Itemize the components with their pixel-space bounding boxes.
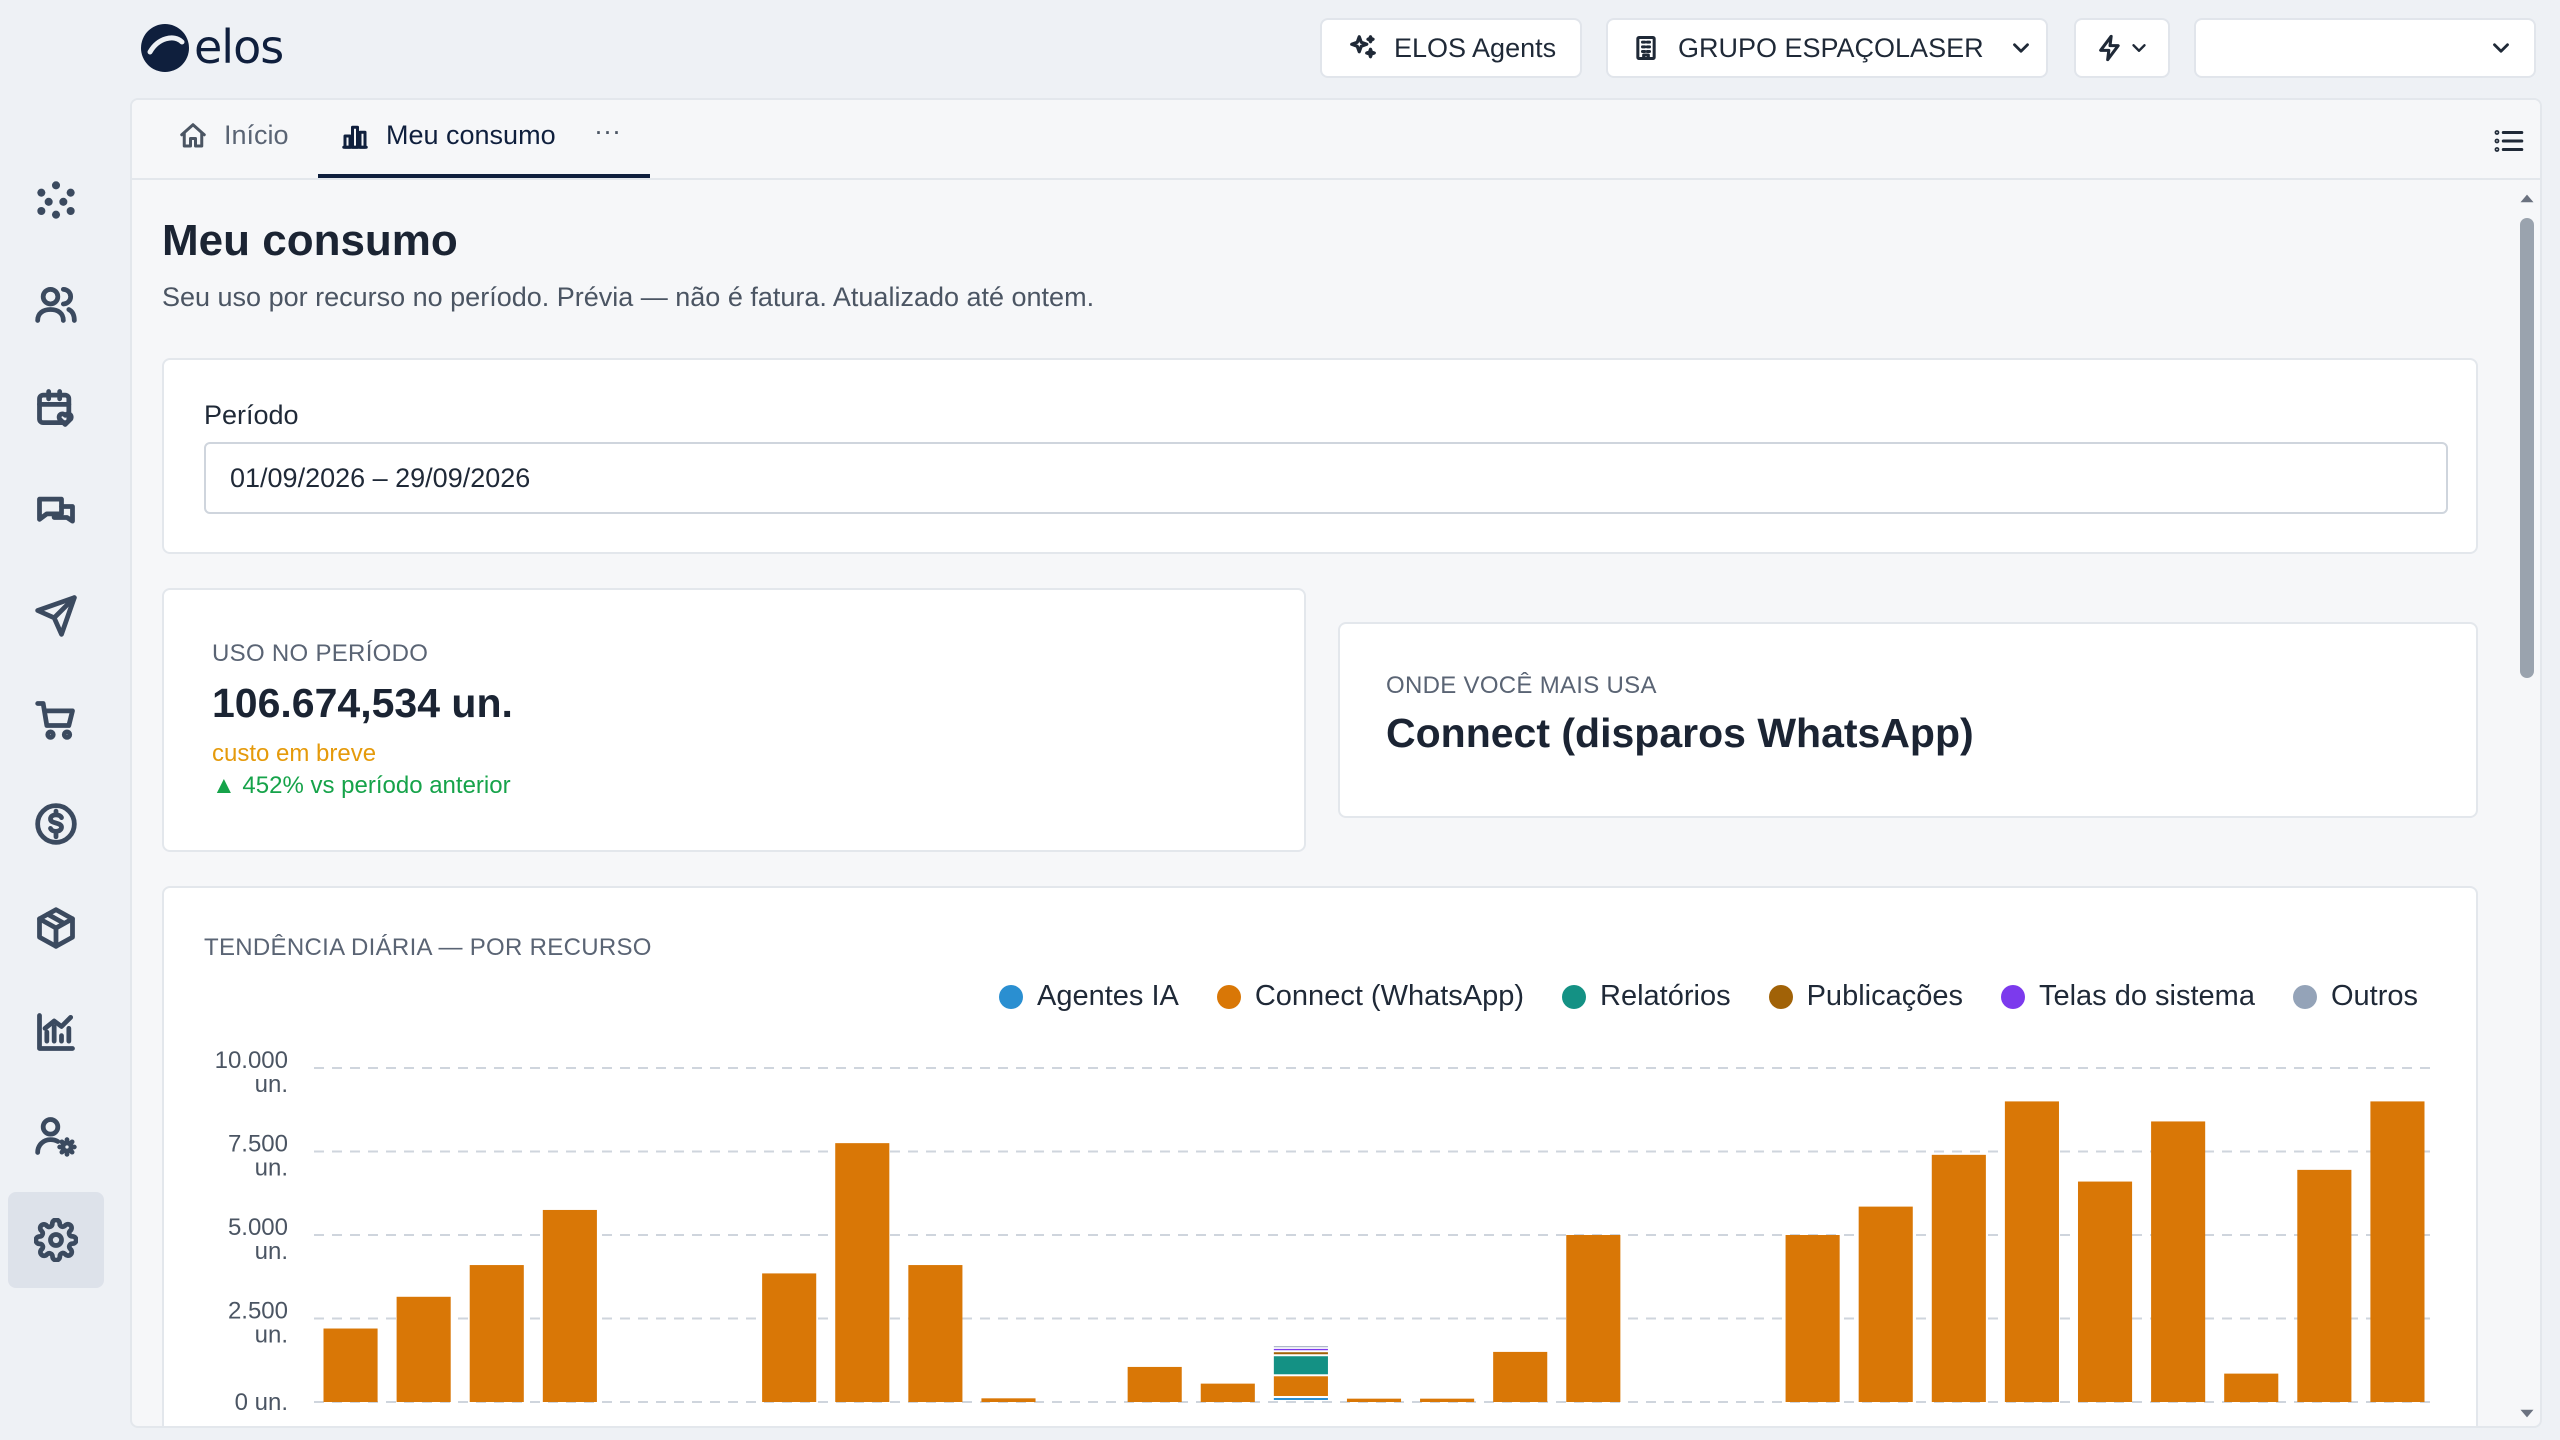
- bar-segment[interactable]: [1273, 1348, 1328, 1351]
- trend-chart: 0 un. 2.500 un. 5.000 un. 7.500 un. 10.000 un.: [215, 1047, 2434, 1416]
- sparkles-icon: [1350, 35, 1376, 59]
- bar[interactable]: [1785, 1235, 1840, 1402]
- y-tick-label: 10.000 un.: [215, 1047, 288, 1098]
- bar[interactable]: [323, 1328, 378, 1402]
- tab-meu-consumo-label: Meu consumo: [386, 120, 556, 150]
- cost-note: custo em breve: [212, 740, 377, 767]
- settings-icon[interactable]: [8, 1192, 104, 1288]
- bar-segment[interactable]: [1273, 1356, 1328, 1375]
- building-icon: [1636, 35, 1656, 61]
- y-tick-label: 0 un.: [235, 1389, 288, 1416]
- bar[interactable]: [1566, 1235, 1621, 1402]
- tab-more-icon: ···: [594, 116, 621, 146]
- bar[interactable]: [1493, 1351, 1548, 1402]
- bar[interactable]: [396, 1296, 451, 1402]
- top-resource-value: Connect (disparos WhatsApp): [1386, 710, 1974, 756]
- chevron-down-icon: [2012, 43, 2029, 53]
- cart-icon[interactable]: [8, 672, 104, 768]
- bar[interactable]: [2004, 1101, 2059, 1402]
- quick-actions-button[interactable]: [2074, 18, 2170, 78]
- chat-icon[interactable]: [8, 464, 104, 560]
- page-title: Meu consumo: [162, 216, 458, 265]
- calendar-heart-icon[interactable]: [8, 360, 104, 456]
- usage-value: 106.674,534 un.: [212, 680, 513, 726]
- usage-trend: ▲ 452% vs período anterior: [212, 772, 511, 799]
- bar[interactable]: [2370, 1101, 2425, 1402]
- period-card: Período 01/09/2026 – 29/09/2026: [162, 358, 2478, 554]
- bar[interactable]: [542, 1209, 597, 1402]
- tab-inicio[interactable]: Início: [178, 120, 289, 151]
- box-icon[interactable]: [8, 880, 104, 976]
- dashboard-dots-icon[interactable]: [8, 152, 104, 248]
- bar[interactable]: [1420, 1398, 1475, 1402]
- y-tick-label: 5.000 un.: [228, 1214, 288, 1265]
- scroll-down-icon[interactable]: [2514, 1400, 2540, 1426]
- bar-segment[interactable]: [1273, 1352, 1328, 1355]
- usage-label: USO NO PERÍODO: [212, 640, 429, 667]
- top-resource-card: ONDE VOCÊ MAIS USA Connect (disparos Wha…: [1338, 622, 2478, 818]
- chevron-down-icon: [2132, 44, 2146, 52]
- elos-logo-mark-icon: [141, 24, 189, 72]
- elos-agents-label: ELOS Agents: [1394, 32, 1557, 63]
- list-menu-icon[interactable]: [2492, 124, 2526, 158]
- bar[interactable]: [2224, 1373, 2279, 1402]
- home-icon: [180, 122, 206, 147]
- period-label: Período: [204, 400, 299, 430]
- top-resource-label: ONDE VOCÊ MAIS USA: [1386, 672, 1657, 699]
- y-tick-label: 7.500 un.: [228, 1131, 288, 1182]
- elos-agents-button[interactable]: ELOS Agents: [1320, 18, 1582, 78]
- org-name: GRUPO ESPAÇOLASER: [1678, 32, 1984, 63]
- tab-more-button[interactable]: ···: [594, 116, 621, 147]
- tab-inicio-label: Início: [224, 120, 289, 150]
- bar-segment[interactable]: [1273, 1346, 1328, 1348]
- user-menu[interactable]: [2194, 18, 2536, 78]
- users-icon[interactable]: [8, 256, 104, 352]
- bar[interactable]: [1127, 1366, 1182, 1402]
- bar[interactable]: [1931, 1154, 1986, 1402]
- main-panel: Início Meu consumo ··· Meu consumo Seu u…: [130, 98, 2542, 1428]
- bar[interactable]: [1858, 1206, 1913, 1402]
- bar[interactable]: [981, 1398, 1036, 1402]
- bar[interactable]: [1200, 1383, 1255, 1402]
- trend-chart-card: TENDÊNCIA DIÁRIA — POR RECURSO Agentes I…: [162, 886, 2478, 1426]
- sidebar: [0, 0, 112, 1440]
- bar[interactable]: [908, 1265, 963, 1402]
- send-icon[interactable]: [8, 568, 104, 664]
- bar-chart-icon: [342, 125, 368, 149]
- bar[interactable]: [2077, 1181, 2133, 1402]
- bar[interactable]: [2297, 1169, 2352, 1402]
- bar[interactable]: [2151, 1121, 2206, 1402]
- tab-bar: Início Meu consumo ···: [132, 100, 2540, 180]
- y-tick-label: 2.500 un.: [228, 1298, 288, 1349]
- active-tab-indicator: [318, 174, 650, 178]
- page-subtitle: Seu uso por recurso no período. Prévia —…: [162, 282, 1095, 312]
- org-selector[interactable]: GRUPO ESPAÇOLASER: [1606, 18, 2048, 78]
- tab-meu-consumo[interactable]: Meu consumo: [340, 120, 556, 151]
- vertical-scrollbar[interactable]: [2514, 182, 2540, 1426]
- brand-name: elos: [194, 20, 284, 74]
- lightning-icon: [2099, 34, 2120, 62]
- scroll-up-icon[interactable]: [2514, 186, 2540, 212]
- dollar-icon[interactable]: [8, 776, 104, 872]
- brand-logo[interactable]: elos: [140, 20, 284, 74]
- scroll-thumb[interactable]: [2520, 218, 2534, 678]
- period-input[interactable]: 01/09/2026 – 29/09/2026: [204, 442, 2448, 514]
- bar-segment[interactable]: [1273, 1397, 1328, 1400]
- chevron-down-icon: [2493, 43, 2509, 53]
- chart-icon[interactable]: [8, 984, 104, 1080]
- bar[interactable]: [762, 1273, 817, 1402]
- bar[interactable]: [835, 1143, 890, 1402]
- bar[interactable]: [1346, 1398, 1402, 1402]
- bar-segment[interactable]: [1273, 1376, 1328, 1396]
- user-gear-icon[interactable]: [8, 1088, 104, 1184]
- bar[interactable]: [469, 1265, 524, 1402]
- usage-card: USO NO PERÍODO 106.674,534 un. custo em …: [162, 588, 1306, 852]
